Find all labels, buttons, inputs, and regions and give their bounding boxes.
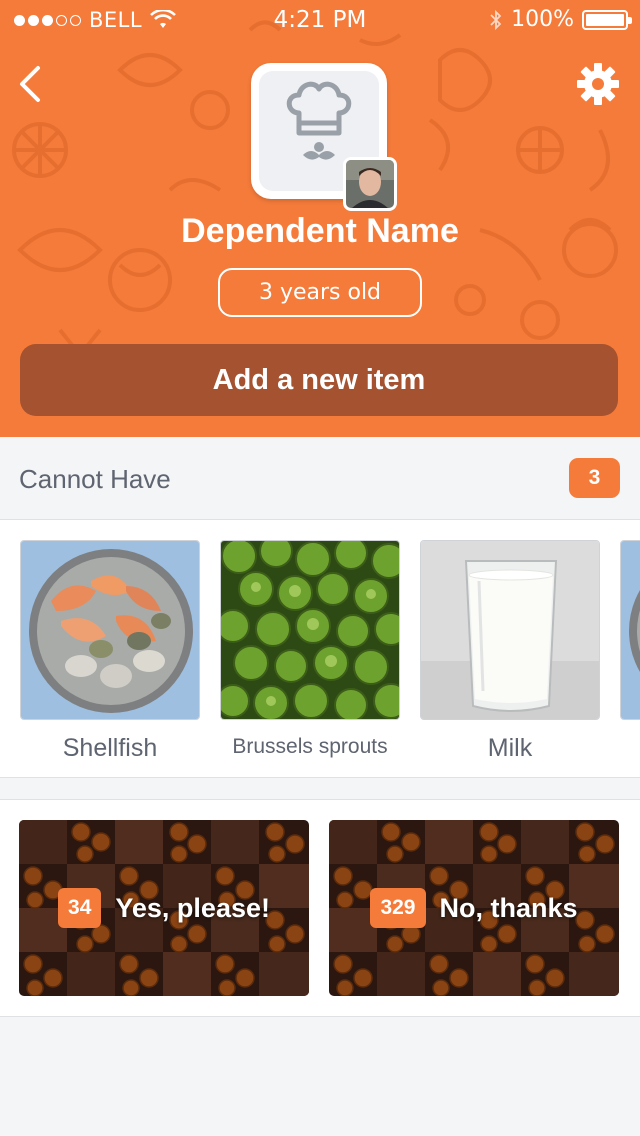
yes-please-button[interactable]: 34 Yes, please! <box>19 820 309 996</box>
list-item-partial[interactable] <box>620 540 640 720</box>
cannot-have-list[interactable]: Shellfish Brussels sprouts Milk <box>0 520 640 778</box>
cannot-have-header: Cannot Have <box>0 437 640 520</box>
back-button[interactable] <box>16 64 48 104</box>
add-new-item-button[interactable]: Add a new item <box>20 344 618 416</box>
list-item-milk[interactable]: Milk <box>420 540 600 763</box>
yes-label: Yes, please! <box>115 892 270 923</box>
user-photo-image <box>346 160 394 208</box>
item-label: Brussels sprouts <box>232 735 388 758</box>
chevron-left-icon <box>20 66 40 102</box>
bluetooth-icon <box>490 9 502 30</box>
no-label: No, thanks <box>439 892 578 923</box>
settings-button[interactable] <box>576 62 620 106</box>
battery-icon <box>582 9 632 30</box>
list-item-brussels-sprouts[interactable]: Brussels sprouts <box>220 540 400 759</box>
cannot-have-count-badge: 3 <box>569 458 620 498</box>
profile-header: BELL 4:21 PM 100% Dependent Name 3 years… <box>0 0 640 437</box>
age-badge: 3 years old <box>218 268 422 317</box>
battery-percent: 100% <box>511 7 574 32</box>
milk-image <box>421 541 599 719</box>
gear-icon <box>577 63 619 105</box>
status-bar: BELL 4:21 PM 100% <box>0 0 640 40</box>
item-label: Milk <box>487 734 533 762</box>
section-title: Cannot Have <box>19 464 171 494</box>
yes-count-badge: 34 <box>58 888 102 928</box>
no-count-badge: 329 <box>370 888 426 928</box>
shellfish-image <box>621 541 640 719</box>
item-label: Shellfish <box>62 734 158 762</box>
vote-section: 34 Yes, please! 329 No, thanks <box>0 799 640 1017</box>
brussels-sprouts-image <box>221 541 399 719</box>
dependent-name: Dependent Name <box>181 212 459 250</box>
shellfish-image <box>21 541 199 719</box>
list-item-shellfish[interactable]: Shellfish <box>20 540 200 763</box>
user-photo <box>343 157 397 211</box>
no-thanks-button[interactable]: 329 No, thanks <box>329 820 619 996</box>
